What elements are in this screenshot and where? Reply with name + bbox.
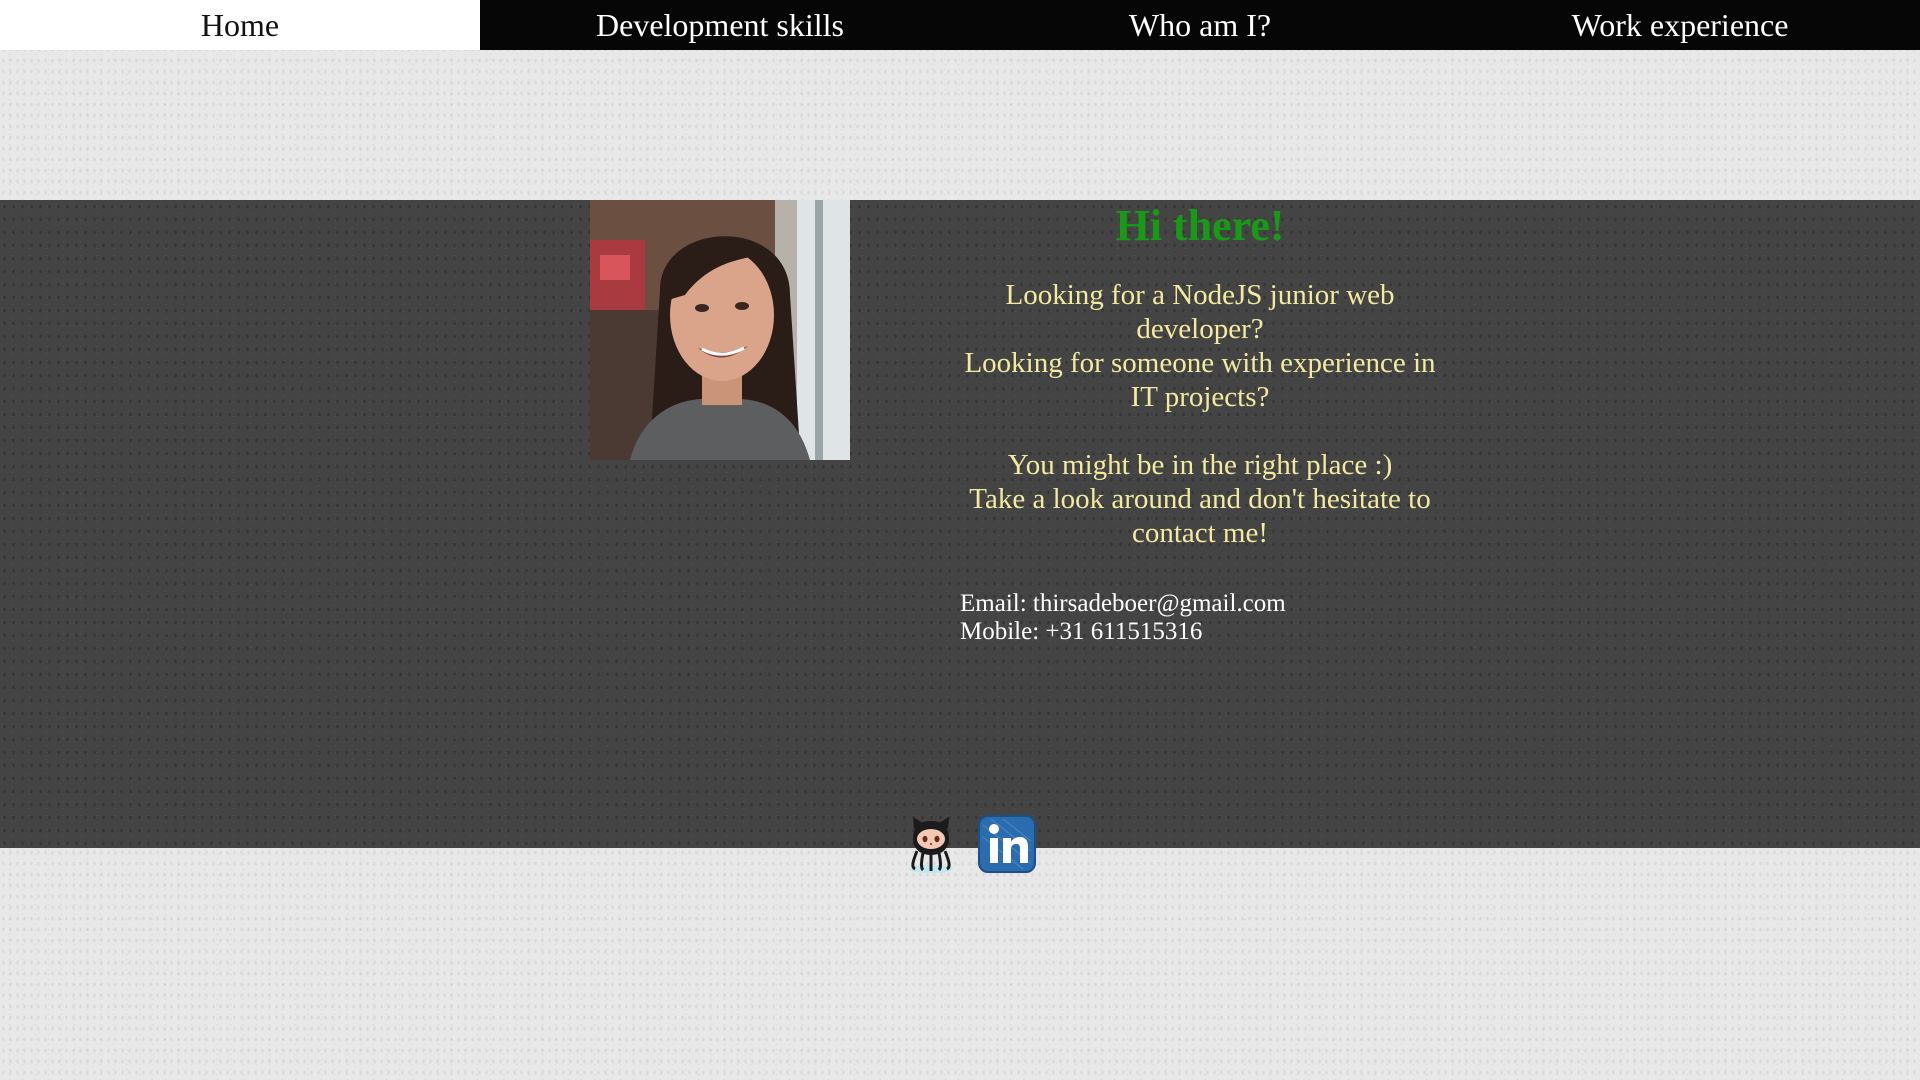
github-link[interactable] — [901, 813, 961, 875]
mobile-line: Mobile: +31 611515316 — [960, 618, 1203, 645]
linkedin-icon — [978, 815, 1036, 873]
profile-photo — [590, 200, 850, 460]
pitch-line: You might be in the right place :) — [1007, 449, 1393, 481]
intro-text: Hi there! Looking for a NodeJS junior we… — [950, 200, 1450, 550]
nav-item-home[interactable]: Home — [0, 0, 480, 50]
linkedin-link[interactable] — [977, 813, 1037, 875]
pitch-block-1: Looking for a NodeJS junior web develope… — [950, 278, 1450, 414]
profile-photo-illustration — [590, 200, 850, 460]
contact-info: Email: thirsadeboer@gmail.com Mobile: +3… — [960, 590, 1286, 646]
github-octocat-icon — [909, 817, 953, 873]
pitch-line: Looking for a NodeJS junior web develope… — [1005, 279, 1395, 345]
social-links — [901, 813, 1037, 875]
pitch-block-2: You might be in the right place :) Take … — [950, 448, 1450, 550]
nav-item-who-am-i[interactable]: Who am I? — [960, 0, 1440, 50]
pitch-line: Looking for someone with experience in I… — [964, 347, 1436, 413]
greeting-heading: Hi there! — [1115, 201, 1285, 250]
email-line: Email: thirsadeboer@gmail.com — [960, 590, 1286, 617]
nav-item-development-skills[interactable]: Development skills — [480, 0, 960, 50]
pitch-line: Take a look around and don't hesitate to… — [969, 483, 1431, 549]
main-nav: Home Development skills Who am I? Work e… — [0, 0, 1920, 50]
nav-item-work-experience[interactable]: Work experience — [1440, 0, 1920, 50]
